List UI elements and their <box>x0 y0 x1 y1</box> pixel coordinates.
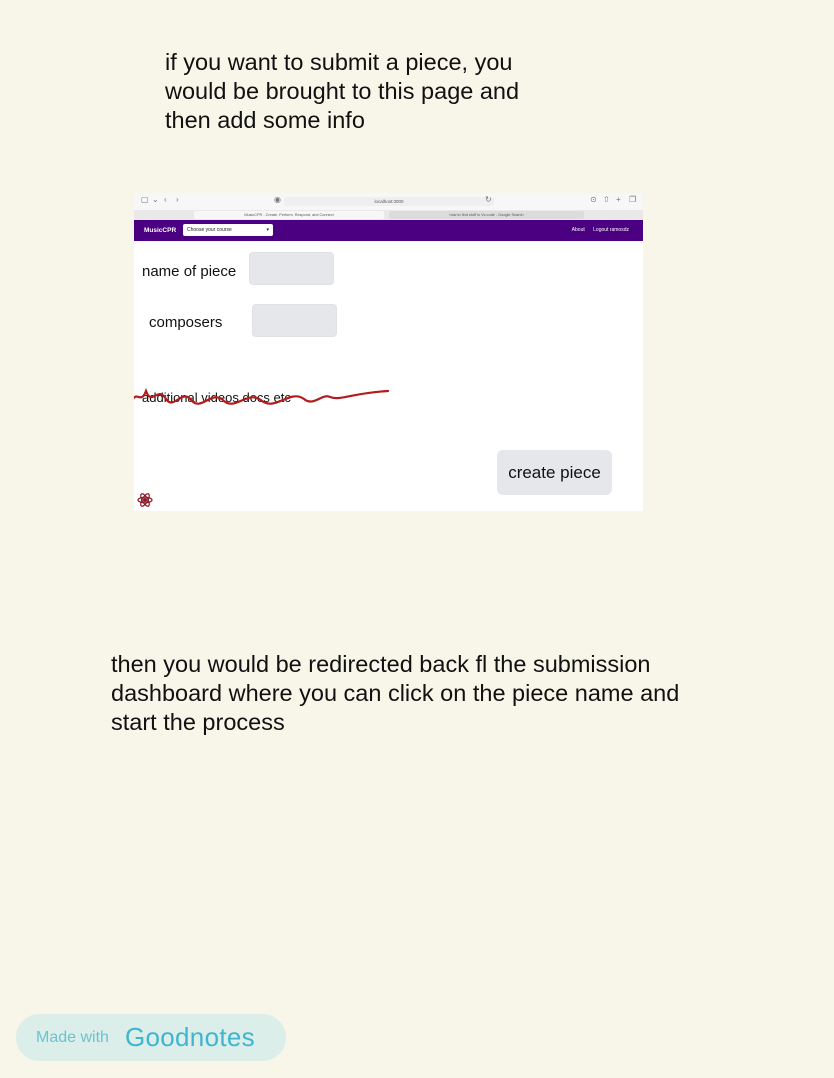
app-navbar: MusicCPR Choose your course ▾ About Logo… <box>134 220 643 241</box>
app-screenshot: ▢ ⌄ ‹ › ◉ localhost:3000 ↻ ⊙ ⇧ + ❐ Music… <box>134 193 643 511</box>
course-select-value: Choose your course <box>187 227 232 233</box>
react-devtools-icon[interactable] <box>137 492 153 508</box>
new-tab-icon[interactable]: + <box>616 195 621 205</box>
browser-tabs: MusicCPR - Create, Perform, Respond, and… <box>134 210 643 220</box>
handwritten-scribble <box>134 387 390 405</box>
chevron-down-icon: ▾ <box>266 227 269 233</box>
annotation-bottom-line: dashboard where you can click on the pie… <box>111 680 680 706</box>
annotation-top-line: then add some info <box>165 107 365 133</box>
tab-google-search[interactable]: how to find stuff in Vs code - Google Se… <box>389 211 584 219</box>
annotation-bottom: then you would be redirected back fl the… <box>111 650 731 737</box>
annotation-bottom-line: then you would be redirected back fl the… <box>111 651 651 677</box>
logout-link[interactable]: Logout ramosdz <box>593 227 629 233</box>
browser-toolbar: ▢ ⌄ ‹ › ◉ localhost:3000 ↻ ⊙ ⇧ + ❐ <box>134 193 643 210</box>
sidebar-icon[interactable]: ▢ <box>141 195 149 205</box>
piece-name-label: name of piece <box>142 263 237 280</box>
address-text: localhost:3000 <box>374 199 404 204</box>
about-link[interactable]: About <box>572 227 585 233</box>
tab-overview-icon[interactable]: ❐ <box>629 195 636 205</box>
annotation-top-line: would be brought to this page and <box>165 78 520 104</box>
annotation-top: if you want to submit a piece, you would… <box>165 48 565 135</box>
piece-name-input[interactable] <box>249 252 334 285</box>
reload-icon[interactable]: ↻ <box>485 195 492 205</box>
annotation-bottom-line: start the process <box>111 709 285 735</box>
create-piece-button[interactable]: create piece <box>497 450 612 495</box>
chevron-down-icon[interactable]: ⌄ <box>152 195 159 205</box>
address-bar[interactable]: localhost:3000 <box>284 197 494 206</box>
nav-links: About Logout ramosdz <box>565 220 629 241</box>
download-icon[interactable]: ⊙ <box>590 195 597 205</box>
brand-logo[interactable]: MusicCPR <box>144 220 176 241</box>
course-select[interactable]: Choose your course ▾ <box>183 224 273 236</box>
tab-musiccpr[interactable]: MusicCPR - Create, Perform, Respond, and… <box>194 211 384 219</box>
annotation-top-line: if you want to submit a piece, you <box>165 49 513 75</box>
composers-input[interactable] <box>252 304 337 337</box>
back-icon[interactable]: ‹ <box>164 195 167 205</box>
goodnotes-logo: Goodnotes <box>125 1022 255 1052</box>
composers-label: composers <box>149 314 223 331</box>
made-with-goodnotes-badge: Made with Goodnotes <box>16 1014 286 1061</box>
forward-icon[interactable]: › <box>176 195 179 205</box>
shield-icon: ◉ <box>274 195 281 204</box>
share-icon[interactable]: ⇧ <box>603 195 610 205</box>
made-with-text: Made with <box>36 1029 109 1046</box>
